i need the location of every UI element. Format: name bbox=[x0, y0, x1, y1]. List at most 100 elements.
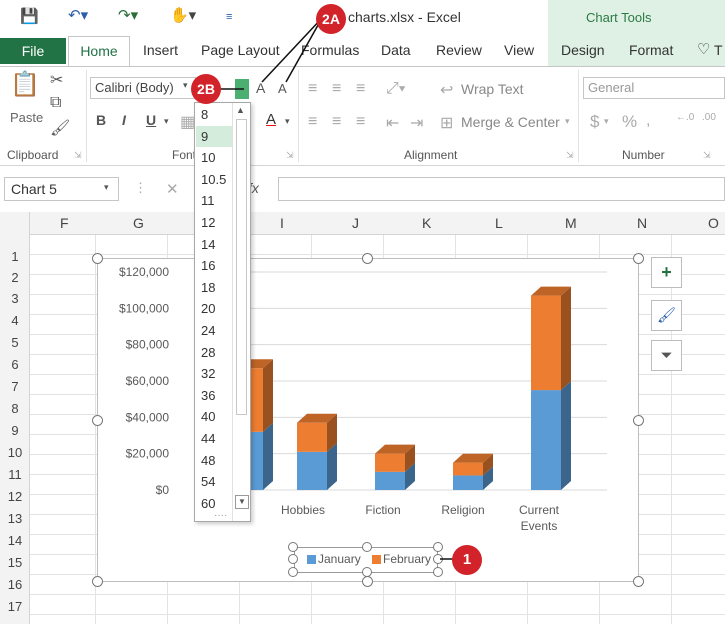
tab-page-layout[interactable]: Page Layout bbox=[201, 42, 280, 58]
scroll-down-icon[interactable]: ▼ bbox=[235, 495, 249, 509]
row-header[interactable]: 15 bbox=[0, 555, 30, 570]
save-icon[interactable]: 💾 bbox=[20, 7, 39, 25]
merge-dropdown-icon[interactable]: ▾ bbox=[565, 116, 570, 127]
scroll-thumb[interactable] bbox=[236, 119, 247, 415]
font-color-dropdown-icon[interactable]: ▾ bbox=[285, 116, 290, 127]
font-name-dropdown-icon[interactable]: ▾ bbox=[183, 80, 188, 91]
font-size-dropdown-button[interactable] bbox=[235, 79, 249, 99]
row-header[interactable]: 11 bbox=[0, 467, 30, 482]
align-center-icon[interactable]: ≡ bbox=[332, 113, 341, 131]
font-size-option[interactable]: 44 bbox=[196, 428, 232, 449]
column-header[interactable]: N bbox=[637, 215, 647, 231]
resize-handle[interactable] bbox=[92, 576, 103, 587]
paste-icon[interactable]: 📋 bbox=[10, 70, 40, 106]
wrap-text-icon[interactable]: ↩ bbox=[440, 80, 453, 100]
italic-button[interactable]: I bbox=[122, 112, 126, 128]
font-size-option[interactable]: 11 bbox=[196, 190, 232, 211]
column-header[interactable]: F bbox=[60, 215, 69, 231]
tab-insert[interactable]: Insert bbox=[143, 42, 178, 58]
font-size-option[interactable]: 14 bbox=[196, 234, 232, 255]
tab-data[interactable]: Data bbox=[381, 42, 411, 58]
tell-me-icon[interactable]: ♡ bbox=[697, 40, 710, 58]
font-size-option[interactable]: 12 bbox=[196, 212, 232, 233]
resize-handle[interactable] bbox=[362, 576, 373, 587]
font-size-option[interactable]: 54 bbox=[196, 471, 232, 492]
row-header[interactable]: 6 bbox=[0, 357, 30, 372]
row-header[interactable]: 14 bbox=[0, 533, 30, 548]
resize-handle[interactable] bbox=[633, 253, 644, 264]
format-painter-icon[interactable]: 🖌 bbox=[50, 118, 70, 138]
legend-handle[interactable] bbox=[433, 567, 443, 577]
font-size-list-grip-icon[interactable]: ···· bbox=[214, 510, 227, 521]
align-middle-icon[interactable]: ≡ bbox=[332, 80, 341, 98]
tab-design[interactable]: Design bbox=[561, 42, 605, 58]
row-header[interactable]: 7 bbox=[0, 379, 30, 394]
number-format-combo[interactable]: General bbox=[583, 77, 725, 99]
font-size-option[interactable]: 9 bbox=[196, 125, 232, 147]
decrease-indent-icon[interactable]: ⇤ bbox=[386, 113, 399, 133]
row-header[interactable]: 10 bbox=[0, 445, 30, 460]
font-size-option[interactable]: 8 bbox=[196, 104, 232, 125]
currency-button[interactable]: $ bbox=[590, 112, 599, 132]
row-header[interactable]: 4 bbox=[0, 313, 30, 328]
legend-handle[interactable] bbox=[288, 567, 298, 577]
row-header[interactable]: 8 bbox=[0, 401, 30, 416]
tab-home[interactable]: Home bbox=[68, 36, 130, 67]
align-top-icon[interactable]: ≡ bbox=[308, 80, 317, 98]
row-header[interactable]: 16 bbox=[0, 577, 30, 592]
grow-font-button[interactable]: A bbox=[256, 80, 265, 96]
tab-formulas[interactable]: Formulas bbox=[301, 42, 359, 58]
font-size-option[interactable]: 20 bbox=[196, 298, 232, 319]
number-launcher-icon[interactable]: ⇲ bbox=[703, 150, 711, 161]
merge-center-button[interactable]: Merge & Center bbox=[461, 114, 560, 130]
column-header[interactable]: G bbox=[133, 215, 144, 231]
resize-handle[interactable] bbox=[633, 415, 644, 426]
underline-dropdown-icon[interactable]: ▾ bbox=[164, 116, 169, 127]
name-box-dropdown-icon[interactable]: ▾ bbox=[104, 182, 109, 193]
underline-button[interactable]: U bbox=[146, 112, 156, 128]
row-header[interactable]: 2 bbox=[0, 270, 30, 285]
font-color-button[interactable]: A bbox=[266, 111, 276, 128]
cut-icon[interactable]: ✂ bbox=[50, 70, 63, 90]
font-size-list[interactable]: ▲ ▼ 8 9 10 10.5 11 12 14 16 18 20 24 28 32 36 40 44 48 54… bbox=[194, 102, 251, 522]
paste-label[interactable]: Paste bbox=[10, 110, 43, 125]
column-header[interactable]: O bbox=[708, 215, 719, 231]
merge-center-icon[interactable]: ⊞ bbox=[440, 113, 453, 133]
resize-handle[interactable] bbox=[92, 253, 103, 264]
name-box[interactable]: Chart 5 bbox=[4, 177, 119, 201]
legend-handle[interactable] bbox=[362, 542, 372, 552]
align-left-icon[interactable]: ≡ bbox=[308, 113, 317, 131]
chart-styles-button[interactable]: 🖌 bbox=[651, 300, 682, 331]
font-size-option[interactable]: 36 bbox=[196, 385, 232, 406]
increase-decimal-icon[interactable]: ←.0 bbox=[676, 112, 694, 123]
font-size-option[interactable]: 48 bbox=[196, 450, 232, 471]
chart-filters-button[interactable]: ⏷ bbox=[651, 340, 682, 371]
legend-handle[interactable] bbox=[433, 554, 443, 564]
customize-qat-icon[interactable]: ≡ bbox=[226, 11, 232, 23]
row-header[interactable]: 3 bbox=[0, 291, 30, 306]
touch-mode-icon[interactable]: ✋▾ bbox=[170, 6, 196, 24]
font-size-option[interactable]: 18 bbox=[196, 277, 232, 298]
tab-file[interactable]: File bbox=[0, 38, 66, 64]
clipboard-launcher-icon[interactable]: ⇲ bbox=[74, 150, 82, 161]
bold-button[interactable]: B bbox=[96, 112, 106, 128]
borders-icon[interactable]: ▦ bbox=[180, 112, 195, 132]
tab-review[interactable]: Review bbox=[436, 42, 482, 58]
decrease-decimal-icon[interactable]: .00 bbox=[702, 112, 716, 123]
column-header[interactable]: M bbox=[565, 215, 577, 231]
row-header[interactable]: 5 bbox=[0, 335, 30, 350]
column-header[interactable]: K bbox=[422, 215, 431, 231]
tab-view[interactable]: View bbox=[504, 42, 534, 58]
font-size-option[interactable]: 16 bbox=[196, 255, 232, 276]
undo-icon[interactable]: ↶▾ bbox=[68, 6, 88, 24]
column-header[interactable]: J bbox=[352, 215, 359, 231]
increase-indent-icon[interactable]: ⇥ bbox=[410, 113, 423, 133]
font-size-option[interactable]: 10 bbox=[196, 147, 232, 168]
resize-handle[interactable] bbox=[92, 415, 103, 426]
row-header[interactable]: 9 bbox=[0, 423, 30, 438]
column-header[interactable]: I bbox=[280, 215, 284, 231]
chart-elements-button[interactable]: + bbox=[651, 257, 682, 288]
align-right-icon[interactable]: ≡ bbox=[356, 113, 365, 131]
font-name-combo[interactable]: Calibri (Body) bbox=[90, 77, 196, 99]
resize-handle[interactable] bbox=[633, 576, 644, 587]
